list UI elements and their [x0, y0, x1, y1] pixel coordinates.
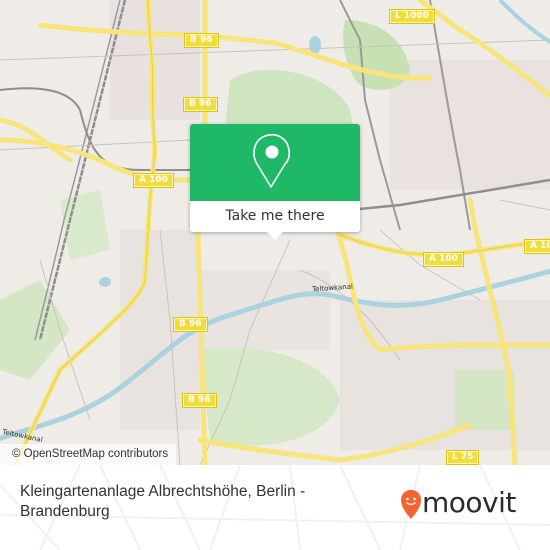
location-popup: Take me there — [190, 124, 360, 240]
road-shield-b96: B 96 — [183, 394, 216, 407]
road-shield-b96: B 96 — [185, 34, 218, 47]
footer: Kleingartenanlage Albrechtshöhe, Berlin … — [0, 465, 550, 550]
moovit-wordmark: moovit — [422, 486, 516, 519]
moovit-pin-icon — [401, 490, 421, 519]
road-shield-a10: A 10 — [525, 240, 550, 253]
popup-header — [190, 124, 360, 201]
take-me-there-button[interactable]: Take me there — [190, 201, 360, 232]
road-shield-b96: B 96 — [174, 318, 207, 331]
map-pin-icon — [253, 134, 291, 188]
popup-pointer — [267, 232, 283, 240]
osm-attribution[interactable]: © OpenStreetMap contributors — [0, 444, 177, 465]
place-name: Kleingartenanlage Albrechtshöhe, Berlin … — [20, 483, 306, 520]
road-shield-b96: B 96 — [184, 98, 217, 111]
moovit-logo[interactable]: moovit — [400, 485, 540, 521]
road-shield-a100: A 100 — [134, 174, 173, 187]
road-shield-a100: A 100 — [424, 253, 463, 266]
road-shield-l75: L 75 — [447, 451, 479, 464]
road-shield-l1000: L 1000 — [390, 10, 434, 23]
